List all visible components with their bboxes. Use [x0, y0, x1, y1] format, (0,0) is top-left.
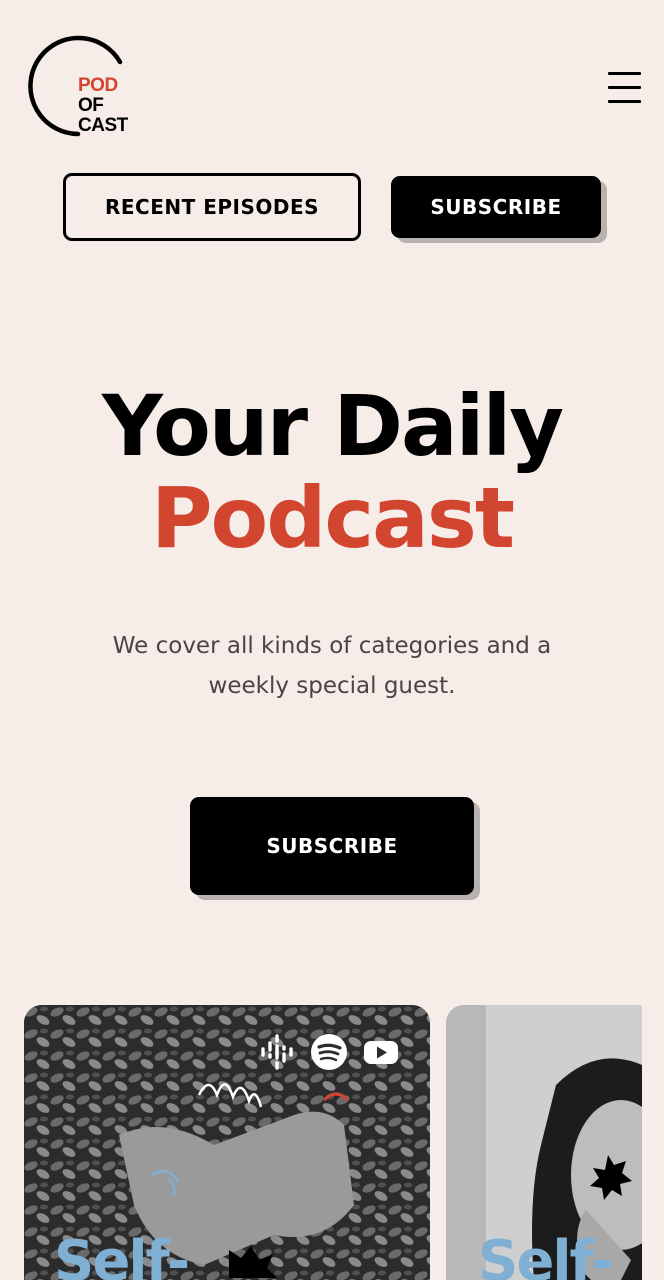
recent-episodes-button[interactable]: RECENT EPISODES	[63, 173, 361, 241]
platform-icons	[258, 1033, 400, 1071]
episode-card-title: Self-	[478, 1229, 614, 1280]
hero-title-line1: Your Daily	[101, 377, 564, 475]
logo-text-of: OF	[78, 95, 104, 116]
page: POD OF CAST RECENT EPISODES SUBSCRIBE Yo…	[0, 0, 664, 1280]
hamburger-menu-icon[interactable]	[608, 70, 642, 106]
google-podcasts-icon[interactable]	[258, 1033, 296, 1071]
logo-text-pod: POD	[78, 75, 118, 96]
hero-description: We cover all kinds of categories and a w…	[112, 633, 552, 699]
hero-title: Your Daily Podcast	[0, 380, 664, 564]
logo-text-cast: CAST	[78, 115, 128, 136]
logo[interactable]: POD OF CAST	[22, 34, 142, 138]
subscribe-button-hero[interactable]: SUBSCRIBE	[190, 797, 474, 895]
hero-title-line2: Podcast	[150, 469, 515, 567]
episode-card[interactable]: Self-	[24, 1005, 430, 1280]
youtube-icon[interactable]	[362, 1033, 400, 1071]
episode-card[interactable]: Self-	[446, 1005, 642, 1280]
subscribe-button-header[interactable]: SUBSCRIBE	[391, 176, 601, 238]
episode-card-title: Self-	[54, 1229, 190, 1280]
spotify-icon[interactable]	[310, 1033, 348, 1071]
